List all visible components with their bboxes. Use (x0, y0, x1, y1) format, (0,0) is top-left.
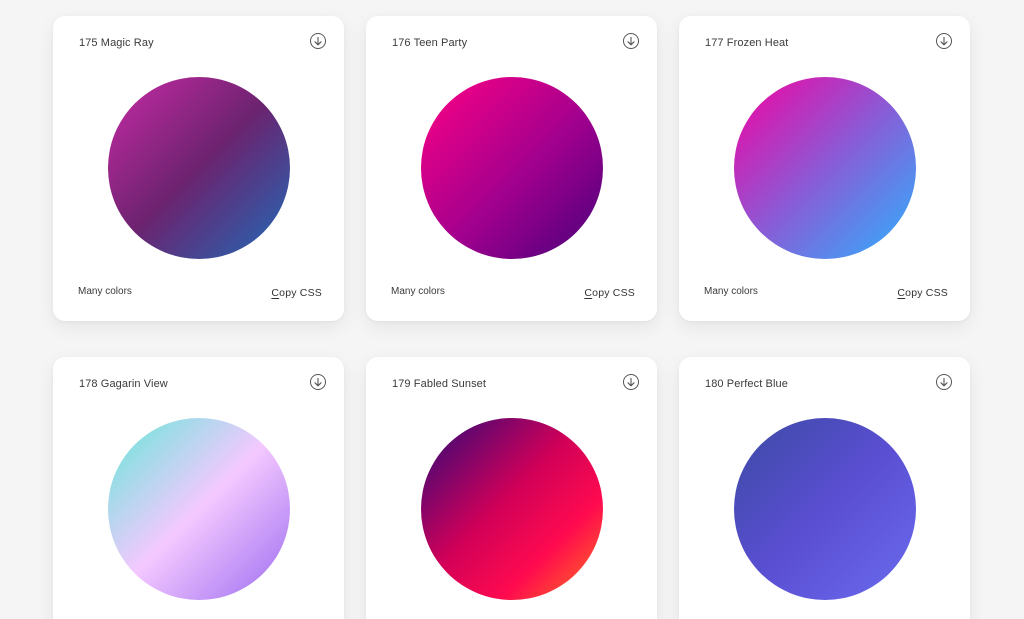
copy-css-button[interactable]: Copy CSS (897, 287, 948, 299)
gradient-description: Many colors (78, 286, 132, 297)
gradient-grid: 175 Magic Ray Many colors Copy CSS 176 T… (0, 0, 1024, 619)
gradient-title: 178 Gagarin View (79, 378, 168, 390)
copy-css-button[interactable]: Copy CSS (584, 287, 635, 299)
download-button[interactable] (936, 33, 952, 49)
download-icon (940, 36, 948, 45)
gradient-card: 175 Magic Ray Many colors Copy CSS (53, 16, 344, 321)
gradient-card: 179 Fabled Sunset (366, 357, 657, 619)
download-button[interactable] (310, 374, 326, 390)
gradient-title: 175 Magic Ray (79, 37, 154, 49)
gradient-swatch[interactable] (734, 418, 916, 600)
download-button[interactable] (623, 33, 639, 49)
gradient-swatch[interactable] (421, 418, 603, 600)
download-icon (627, 377, 635, 386)
gradient-title: 176 Teen Party (392, 37, 468, 49)
download-button[interactable] (310, 33, 326, 49)
gradient-swatch[interactable] (734, 77, 916, 259)
download-icon (940, 377, 948, 386)
download-button[interactable] (936, 374, 952, 390)
gradient-swatch[interactable] (108, 418, 290, 600)
gradient-swatch[interactable] (421, 77, 603, 259)
gradient-title: 177 Frozen Heat (705, 37, 789, 49)
gradient-card: 180 Perfect Blue (679, 357, 970, 619)
download-icon (314, 377, 322, 386)
gradient-card: 176 Teen Party Many colors Copy CSS (366, 16, 657, 321)
copy-css-button[interactable]: Copy CSS (271, 287, 322, 299)
gradient-title: 180 Perfect Blue (705, 378, 788, 390)
download-button[interactable] (623, 374, 639, 390)
gradient-description: Many colors (391, 286, 445, 297)
gradient-description: Many colors (704, 286, 758, 297)
gradient-swatch[interactable] (108, 77, 290, 259)
gradient-card: 178 Gagarin View (53, 357, 344, 619)
gradient-card: 177 Frozen Heat Many colors Copy CSS (679, 16, 970, 321)
gradient-title: 179 Fabled Sunset (392, 378, 487, 390)
download-icon (314, 36, 322, 45)
download-icon (627, 36, 635, 45)
